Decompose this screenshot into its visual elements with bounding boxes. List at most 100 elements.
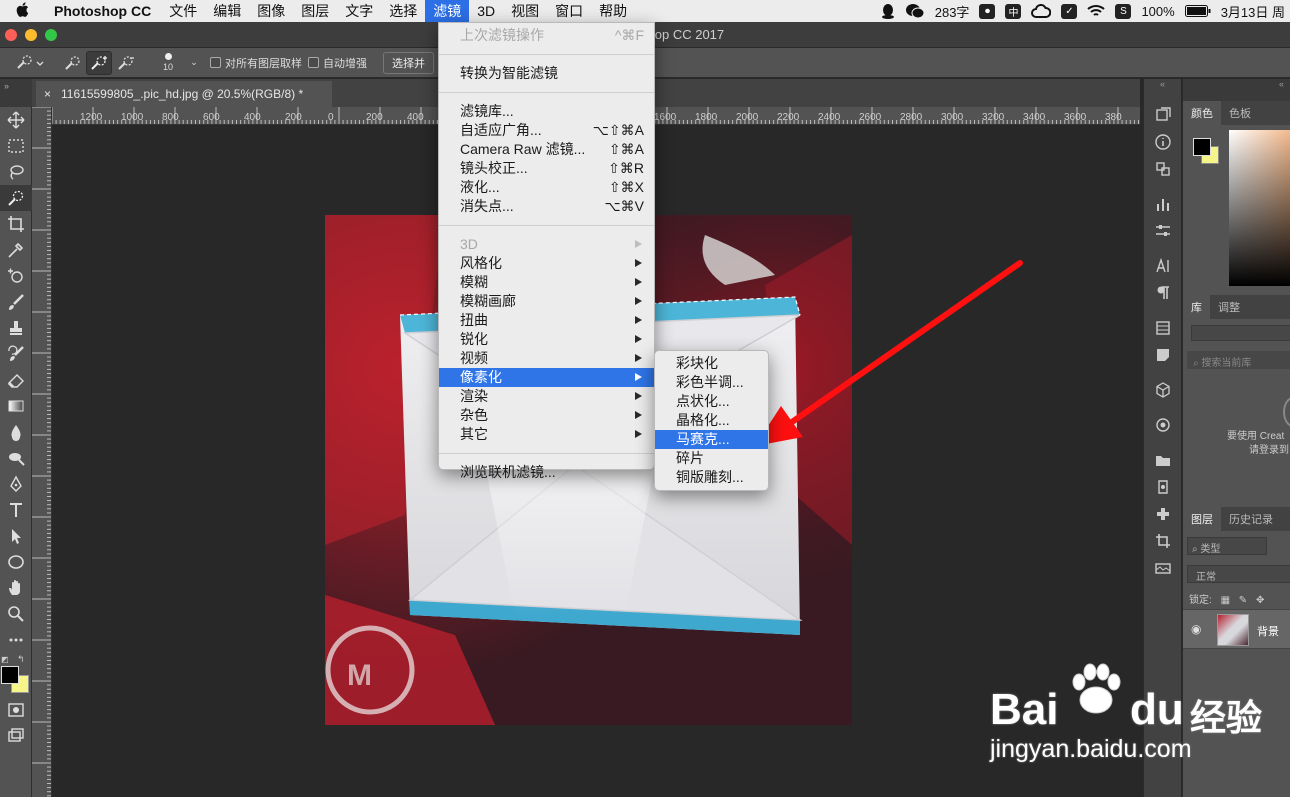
menu-image[interactable]: 图像 bbox=[249, 0, 293, 22]
menu-item-liquify[interactable]: 液化... ⇧⌘X bbox=[439, 178, 654, 197]
vpn-icon[interactable]: S bbox=[1110, 0, 1136, 22]
app-name-menu[interactable]: Photoshop CC bbox=[44, 3, 161, 19]
menu-edit[interactable]: 编辑 bbox=[205, 0, 249, 22]
menu-item-stylize[interactable]: 风格化 bbox=[439, 254, 654, 273]
library-search-input[interactable]: ⌕ 搜索当前库 bbox=[1187, 351, 1290, 369]
menu-item-convert-smart-filter[interactable]: 转换为智能滤镜 bbox=[439, 64, 654, 83]
brush-panel-icon[interactable] bbox=[1144, 190, 1182, 217]
eraser-tool-icon[interactable] bbox=[0, 367, 32, 393]
tool-preset-picker[interactable] bbox=[0, 51, 60, 75]
healing-brush-tool-icon[interactable] bbox=[0, 263, 32, 289]
wifi-icon[interactable] bbox=[1082, 0, 1110, 22]
menu-item-color-halftone[interactable]: 彩色半调... bbox=[655, 373, 768, 392]
panel-foreground-swatch[interactable] bbox=[1193, 138, 1211, 156]
lasso-tool-icon[interactable] bbox=[0, 159, 32, 185]
brush-tool-icon[interactable] bbox=[0, 289, 32, 315]
info-panel-icon[interactable] bbox=[1144, 128, 1182, 155]
close-tab-icon[interactable]: × bbox=[44, 87, 51, 101]
adjustments-panel-icon[interactable] bbox=[1144, 217, 1182, 244]
layer-row-background[interactable]: ◉ 背景 bbox=[1183, 609, 1290, 649]
notes-panel-icon[interactable] bbox=[1144, 341, 1182, 368]
blur-tool-icon[interactable] bbox=[0, 419, 32, 445]
blend-mode-select[interactable]: 正常 bbox=[1187, 565, 1290, 583]
menu-item-other[interactable]: 其它 bbox=[439, 425, 654, 444]
battery-percent[interactable]: 100% bbox=[1136, 0, 1179, 22]
lock-transparent-icon[interactable]: ▦ bbox=[1221, 595, 1230, 606]
screen-mode-icon[interactable] bbox=[0, 723, 32, 749]
gradient-tool-icon[interactable] bbox=[0, 393, 32, 419]
timeline-panel-icon[interactable] bbox=[1144, 554, 1182, 581]
menu-item-pixelate[interactable]: 像素化 bbox=[439, 368, 654, 387]
ellipse-tool-icon[interactable] bbox=[0, 549, 32, 575]
menu-view[interactable]: 视图 bbox=[503, 0, 547, 22]
creative-cloud-icon[interactable] bbox=[1026, 0, 1056, 22]
channels-panel-icon[interactable] bbox=[1144, 411, 1182, 438]
sample-all-layers-option[interactable]: 对所有图层取样 bbox=[210, 51, 302, 75]
vertical-ruler[interactable] bbox=[32, 107, 52, 797]
chevron-down-icon[interactable]: ⌄ bbox=[188, 51, 200, 75]
color-picker-field[interactable] bbox=[1229, 130, 1290, 286]
menu-item-facet[interactable]: 彩块化 bbox=[655, 354, 768, 373]
menu-type[interactable]: 文字 bbox=[337, 0, 381, 22]
menu-item-pointillize[interactable]: 点状化... bbox=[655, 392, 768, 411]
menu-item-distort[interactable]: 扭曲 bbox=[439, 311, 654, 330]
eye-visibility-icon[interactable]: ◉ bbox=[1191, 622, 1201, 636]
menu-file[interactable]: 文件 bbox=[161, 0, 205, 22]
more-tools-icon[interactable] bbox=[0, 627, 32, 653]
history-panel-icon[interactable] bbox=[1144, 101, 1182, 128]
brush-size-picker[interactable]: 10 bbox=[148, 51, 188, 75]
menu-item-blur-gallery[interactable]: 模糊画廊 bbox=[439, 292, 654, 311]
script-icon[interactable]: ✓ bbox=[1056, 0, 1082, 22]
foreground-color-swatch[interactable] bbox=[1, 666, 19, 684]
select-and-mask-button[interactable]: 选择并 bbox=[383, 51, 434, 74]
menu-layer[interactable]: 图层 bbox=[293, 0, 337, 22]
properties-panel-icon[interactable] bbox=[1144, 155, 1182, 182]
clone-stamp-tool-icon[interactable] bbox=[0, 315, 32, 341]
clock-date[interactable]: 3月13日 周 bbox=[1216, 0, 1290, 22]
menu-window[interactable]: 窗口 bbox=[547, 0, 591, 22]
add-to-selection-icon[interactable] bbox=[86, 50, 112, 75]
collapse-dock-icon[interactable]: « bbox=[1183, 79, 1290, 101]
path-selection-tool-icon[interactable] bbox=[0, 523, 32, 549]
menu-item-render[interactable]: 渲染 bbox=[439, 387, 654, 406]
layer-comps-icon[interactable] bbox=[1144, 314, 1182, 341]
menu-item-adaptive-wide-angle[interactable]: 自适应广角... ⌥⇧⌘A bbox=[439, 121, 654, 140]
sample-all-layers-checkbox[interactable] bbox=[210, 57, 221, 68]
lock-position-icon[interactable]: ✥ bbox=[1256, 595, 1264, 606]
subtract-from-selection-icon[interactable] bbox=[112, 51, 140, 75]
menu-item-sharpen[interactable]: 锐化 bbox=[439, 330, 654, 349]
new-selection-icon[interactable] bbox=[60, 51, 86, 75]
pen-tool-icon[interactable] bbox=[0, 471, 32, 497]
character-panel-icon[interactable] bbox=[1144, 252, 1182, 279]
battery-icon[interactable] bbox=[1180, 0, 1216, 22]
default-colors-icon[interactable]: ◩ bbox=[1, 655, 9, 664]
input-status-icon[interactable]: ⏺ bbox=[974, 0, 1000, 22]
tab-swatches[interactable]: 色板 bbox=[1221, 101, 1259, 125]
menu-item-crystallize[interactable]: 晶格化... bbox=[655, 411, 768, 430]
zoom-tool-icon[interactable] bbox=[0, 601, 32, 627]
auto-enhance-option[interactable]: 自动增强 bbox=[308, 51, 367, 75]
qq-icon[interactable] bbox=[876, 0, 900, 22]
toolbar-collapse-icon[interactable]: » bbox=[0, 79, 32, 107]
actions-panel-icon[interactable] bbox=[1144, 473, 1182, 500]
styles-panel-icon[interactable] bbox=[1144, 500, 1182, 527]
input-method-icon[interactable]: 中 bbox=[1000, 0, 1026, 22]
menu-help[interactable]: 帮助 bbox=[591, 0, 635, 22]
menu-select[interactable]: 选择 bbox=[381, 0, 425, 22]
wechat-icon[interactable] bbox=[900, 0, 930, 22]
hand-tool-icon[interactable] bbox=[0, 575, 32, 601]
swap-colors-icon[interactable]: ↰ bbox=[17, 654, 25, 665]
tab-adjustments[interactable]: 调整 bbox=[1210, 295, 1248, 319]
crop-panel-icon[interactable] bbox=[1144, 527, 1182, 554]
tab-libraries[interactable]: 库 bbox=[1183, 295, 1210, 319]
library-dropdown[interactable] bbox=[1191, 325, 1290, 341]
3d-panel-icon[interactable] bbox=[1144, 376, 1182, 403]
quick-selection-tool-icon[interactable] bbox=[0, 185, 32, 211]
menu-item-noise[interactable]: 杂色 bbox=[439, 406, 654, 425]
menu-item-blur[interactable]: 模糊 bbox=[439, 273, 654, 292]
crop-tool-icon[interactable] bbox=[0, 211, 32, 237]
libraries-panel-icon[interactable] bbox=[1144, 446, 1182, 473]
menu-3d[interactable]: 3D bbox=[469, 0, 503, 22]
menu-item-vanishing-point[interactable]: 消失点... ⌥⌘V bbox=[439, 197, 654, 216]
tab-color[interactable]: 颜色 bbox=[1183, 101, 1221, 125]
